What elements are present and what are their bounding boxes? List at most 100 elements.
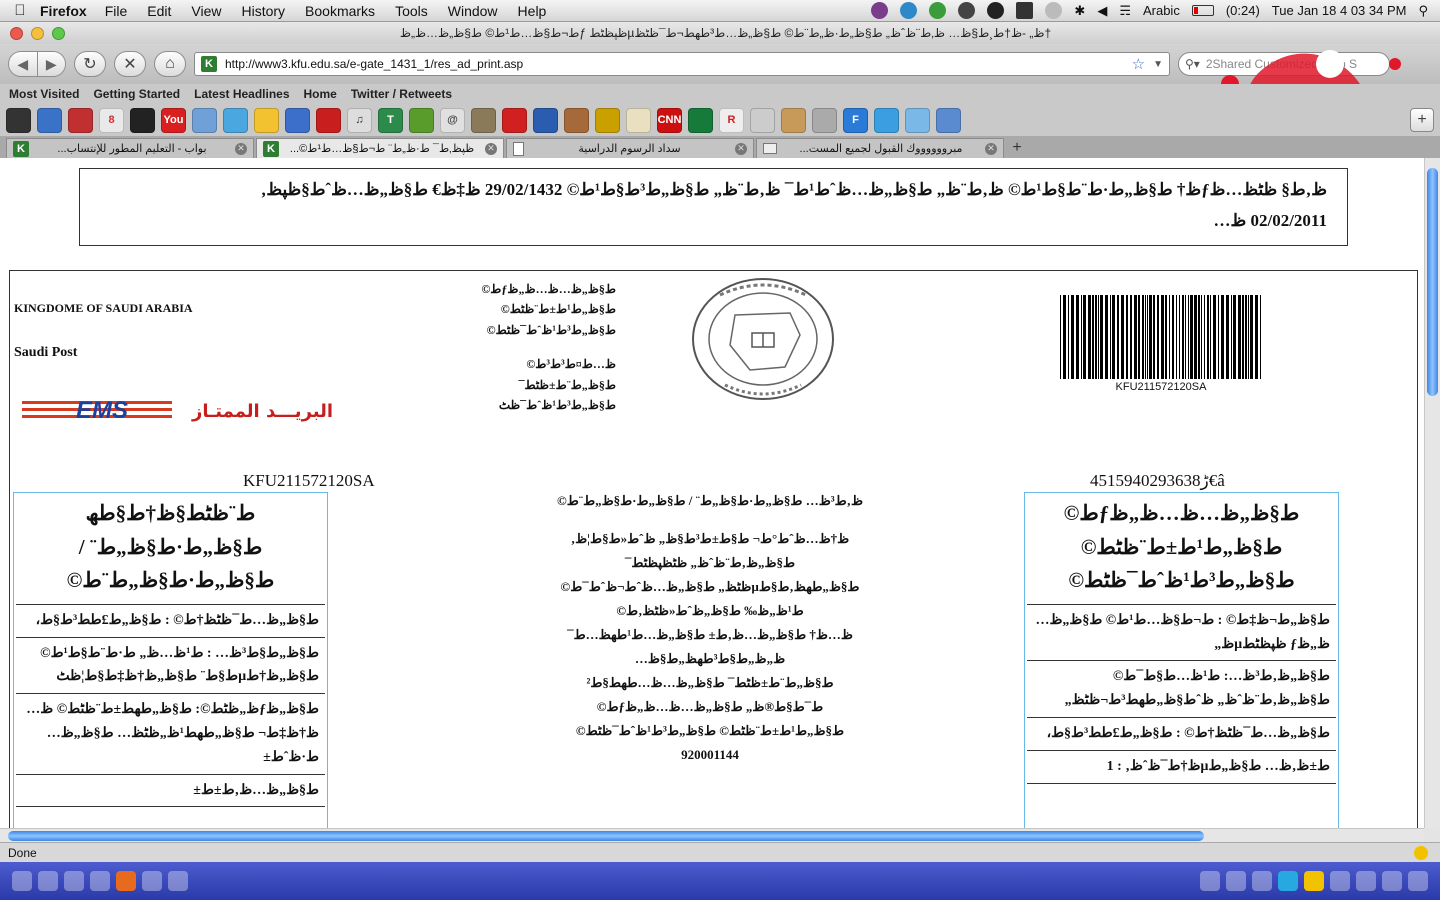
youtube-alt-icon[interactable]: [316, 107, 341, 133]
tray-sync-icon[interactable]: [900, 2, 918, 19]
time-machine-icon[interactable]: [1045, 2, 1063, 19]
menubar-clock[interactable]: Tue Jan 18 4 03 34 PM: [1272, 3, 1407, 18]
vertical-scrollbar[interactable]: [1424, 158, 1440, 828]
smiley-status-icon[interactable]: [1414, 845, 1428, 860]
tray-evernote-icon[interactable]: [987, 2, 1005, 19]
vertical-scroll-thumb[interactable]: [1427, 168, 1438, 396]
url-dropdown-icon[interactable]: ▼: [1153, 59, 1163, 70]
chelsea-addon-icon[interactable]: [533, 107, 558, 133]
close-tab-icon[interactable]: ✕: [735, 142, 747, 155]
firefox-dock-icon[interactable]: [116, 871, 136, 891]
messenger-addon-icon[interactable]: [285, 107, 310, 133]
download-icon[interactable]: [168, 871, 188, 891]
tab-admission[interactable]: مبرووووووك القبول لجميع المست... ✕: [756, 138, 1004, 158]
home-button[interactable]: ⌂: [154, 51, 186, 77]
menu-bookmarks[interactable]: Bookmarks: [305, 3, 375, 19]
piano-addon-icon[interactable]: [130, 107, 155, 133]
tray-app2-icon[interactable]: [1016, 2, 1034, 19]
close-tab-icon[interactable]: ✕: [985, 142, 997, 155]
snowflake-addon-icon[interactable]: [905, 107, 930, 133]
f-addon-icon[interactable]: F: [843, 107, 868, 133]
twitter-bird-icon[interactable]: [874, 107, 899, 133]
r-addon-icon[interactable]: R: [719, 107, 744, 133]
zoom-window-button[interactable]: [52, 26, 65, 40]
forward-icon[interactable]: ▶: [36, 52, 65, 76]
close-window-button[interactable]: [10, 26, 23, 40]
menu-file[interactable]: File: [105, 3, 128, 19]
skype-icon[interactable]: [1278, 871, 1298, 891]
tray-paw-icon[interactable]: [958, 2, 976, 19]
email-addon-icon[interactable]: @: [440, 107, 465, 133]
tray-app-icon[interactable]: [1252, 871, 1272, 891]
clock-addon-icon[interactable]: [37, 107, 62, 133]
reload-button[interactable]: ↻: [74, 51, 106, 77]
search-engine-icon[interactable]: ⚲▾: [1185, 57, 1200, 71]
tray-spotify-icon[interactable]: [929, 2, 947, 19]
cnn-icon[interactable]: CNN: [657, 107, 682, 133]
close-tab-icon[interactable]: ✕: [235, 142, 247, 155]
bookmark-most-visited[interactable]: Most Visited: [9, 87, 79, 101]
menu-history[interactable]: History: [241, 3, 285, 19]
tab-fees[interactable]: سداد الرسوم الدراسية ✕: [506, 138, 754, 158]
search-bar[interactable]: ⚲▾ 2Shared Customized Web S: [1178, 52, 1390, 76]
bluetooth-icon[interactable]: ✱: [1074, 3, 1085, 19]
battery-icon[interactable]: [1191, 5, 1214, 16]
tools-addon-icon[interactable]: [812, 107, 837, 133]
menu-edit[interactable]: Edit: [147, 3, 171, 19]
barca-addon-icon[interactable]: [595, 107, 620, 133]
tray-app-icon[interactable]: [1226, 871, 1246, 891]
folder-icon[interactable]: [1330, 871, 1350, 891]
tray-app-icon[interactable]: [871, 2, 889, 19]
photo-addon-icon[interactable]: [471, 107, 496, 133]
t-addon-icon[interactable]: T: [378, 107, 403, 133]
volume-icon[interactable]: ◀: [1097, 3, 1107, 19]
tray-app-icon[interactable]: [1200, 871, 1220, 891]
bulb-addon-icon[interactable]: [626, 107, 651, 133]
new-tab-button[interactable]: +: [1006, 138, 1028, 158]
bookmark-getting-started[interactable]: Getting Started: [93, 87, 180, 101]
menu-window[interactable]: Window: [448, 3, 498, 19]
url-text[interactable]: http://www3.kfu.edu.sa/e-gate_1431_1/res…: [225, 57, 1124, 71]
stop-button[interactable]: ✕: [114, 51, 146, 77]
horizontal-scroll-thumb[interactable]: [8, 831, 1204, 841]
preview-icon[interactable]: [142, 871, 162, 891]
smiley-icon[interactable]: [1304, 871, 1324, 891]
twitter-icon[interactable]: [223, 107, 248, 133]
mushroom-addon-icon[interactable]: [502, 107, 527, 133]
finder-icon[interactable]: [12, 871, 32, 891]
menu-help[interactable]: Help: [518, 3, 547, 19]
system-icon[interactable]: [90, 871, 110, 891]
skull-addon-icon[interactable]: [750, 107, 775, 133]
tab-current[interactable]: K ظپظ‚ط¯ ط·ظ„ط¨ ط¬ط§ظ…ط¹ط©... ✕: [256, 138, 504, 158]
bookmark-latest-headlines[interactable]: Latest Headlines: [194, 87, 289, 101]
menu-view[interactable]: View: [191, 3, 221, 19]
spotlight-icon[interactable]: ⚲: [1418, 3, 1428, 19]
addon-icon[interactable]: [6, 107, 31, 133]
input-source[interactable]: Arabic: [1143, 3, 1180, 18]
folder-icon[interactable]: [1356, 871, 1376, 891]
menu-tools[interactable]: Tools: [395, 3, 428, 19]
smiley-addon-icon[interactable]: [254, 107, 279, 133]
weather-addon-icon[interactable]: [192, 107, 217, 133]
dashboard-icon[interactable]: [38, 871, 58, 891]
saudi-flag-icon[interactable]: [688, 107, 713, 133]
search-input[interactable]: 2Shared Customized Web S: [1206, 57, 1357, 71]
cartoon-addon-icon[interactable]: [564, 107, 589, 133]
url-bar[interactable]: K http://www3.kfu.edu.sa/e-gate_1431_1/r…: [194, 52, 1170, 76]
youtube-icon[interactable]: You: [161, 107, 186, 133]
close-tab-icon[interactable]: ✕: [485, 142, 497, 155]
add-toolbar-button[interactable]: +: [1410, 108, 1434, 132]
apple-menu-icon[interactable]: : [0, 2, 40, 19]
car-addon-icon[interactable]: [68, 107, 93, 133]
horizontal-scrollbar[interactable]: [0, 828, 1424, 842]
app-menu-firefox[interactable]: Firefox: [40, 3, 87, 19]
music-addon-icon[interactable]: ♫: [347, 107, 372, 133]
trash-icon[interactable]: [1408, 871, 1428, 891]
notification-addon-icon[interactable]: 8: [99, 107, 124, 133]
tab-bawab[interactable]: K بواب - التعليم المطور للإنتساب... ✕: [6, 138, 254, 158]
safari-icon[interactable]: [64, 871, 84, 891]
map-pin-addon-icon[interactable]: [409, 107, 434, 133]
minimize-window-button[interactable]: [31, 26, 44, 40]
bookmark-twitter[interactable]: Twitter / Retweets: [351, 87, 452, 101]
box-addon-icon[interactable]: [781, 107, 806, 133]
